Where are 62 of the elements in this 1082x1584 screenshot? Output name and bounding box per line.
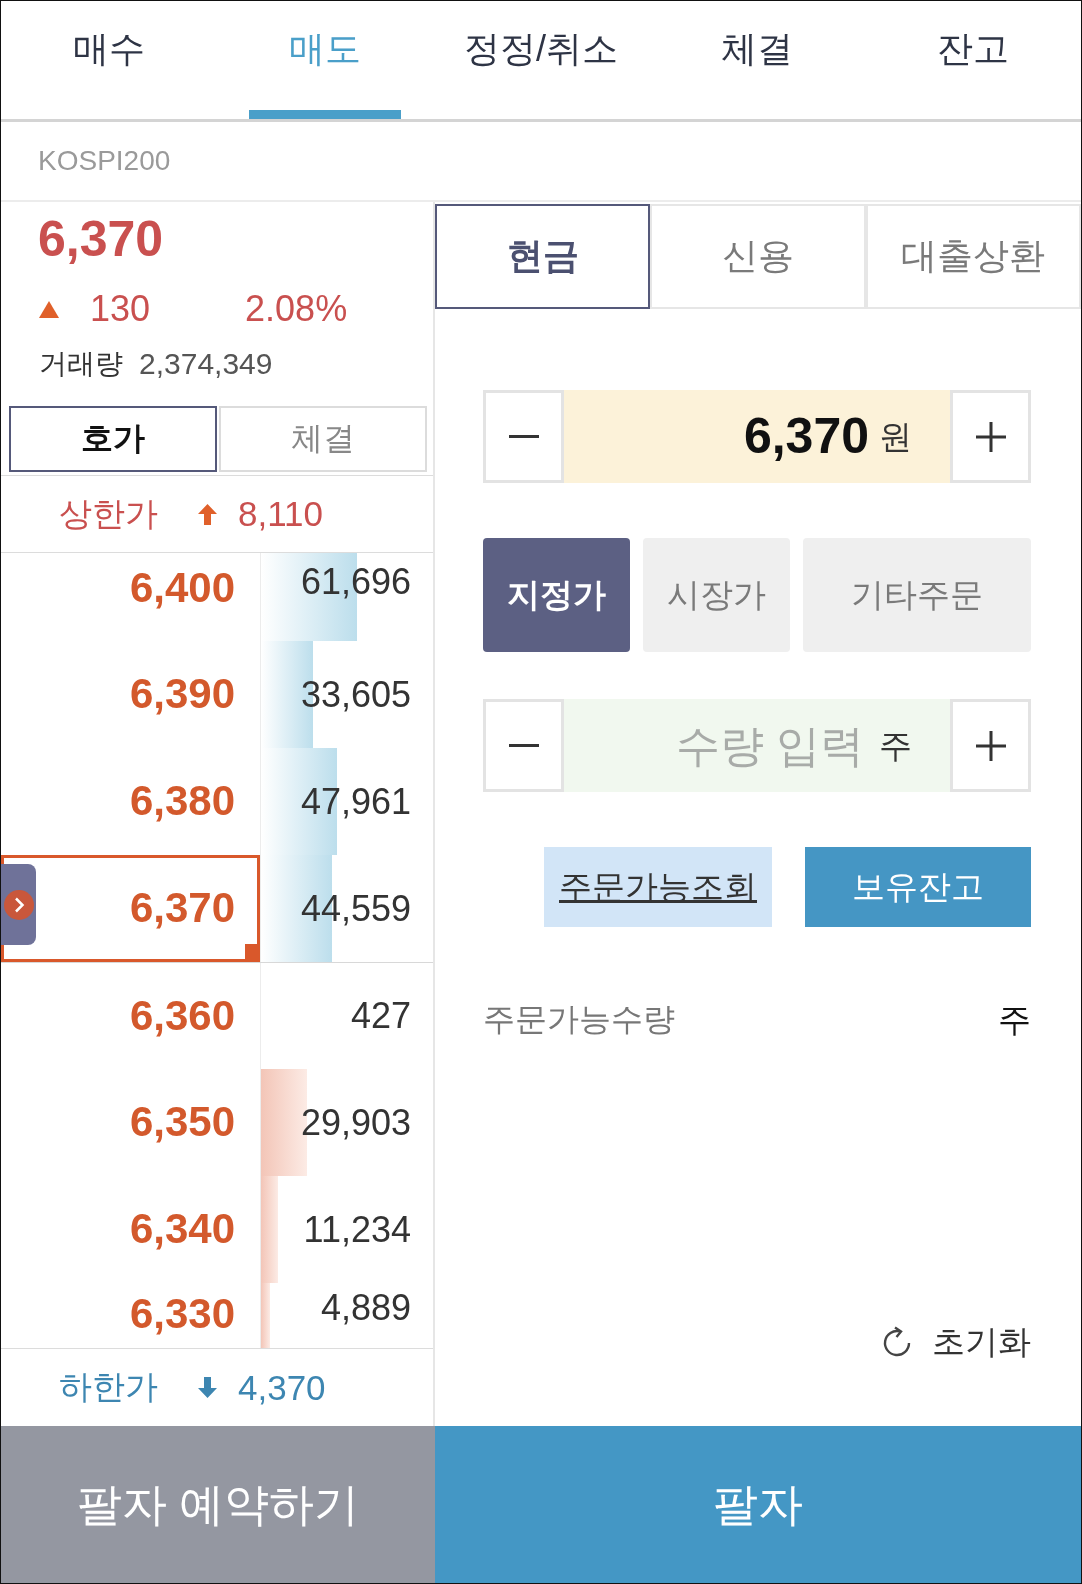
reset-button[interactable]: 초기화 xyxy=(880,1320,1031,1365)
limit-label: 상한가 xyxy=(59,493,158,534)
available-quantity-label: 주문가능수량 xyxy=(483,1000,675,1039)
tab[interactable]: 잔고 xyxy=(865,1,1081,119)
query-link[interactable]: 주문가능조회 xyxy=(544,847,772,927)
reserve-sell-button[interactable]: 팔자 예약하기 xyxy=(1,1426,435,1583)
order-quantity: 427 xyxy=(350,995,411,1037)
tab[interactable]: 정정/취소 xyxy=(433,1,649,119)
account-tab[interactable]: 신용 xyxy=(650,204,866,309)
corner-marker-icon xyxy=(245,944,257,959)
account-tab[interactable]: 대출상환 xyxy=(865,204,1081,309)
price-cell[interactable]: 6,330 xyxy=(1,1283,260,1348)
limit-price: 8,110 xyxy=(238,494,323,534)
minus-icon xyxy=(508,435,539,438)
holdings-button[interactable]: 보유잔고 xyxy=(805,847,1031,927)
limit-price: 4,370 xyxy=(238,1367,326,1408)
segment-tab[interactable]: 체결 xyxy=(219,406,427,472)
plus-icon xyxy=(975,421,1006,452)
increase-button[interactable] xyxy=(950,390,1031,483)
order-type-button[interactable]: 시장가 xyxy=(643,538,790,652)
price-field[interactable]: 6,370 원 xyxy=(564,390,950,483)
up-triangle-icon xyxy=(39,300,59,318)
current-price: 6,370 xyxy=(38,211,164,269)
drawer-handle[interactable] xyxy=(1,864,36,945)
price-change: 130 xyxy=(90,288,151,330)
order-quantity: 11,234 xyxy=(303,1208,411,1251)
tab[interactable]: 매수 xyxy=(1,1,217,119)
order-quantity: 29,903 xyxy=(300,1101,411,1144)
price-cell[interactable]: 6,350 xyxy=(1,1069,260,1176)
tab[interactable]: 체결 xyxy=(649,1,865,119)
increase-button[interactable] xyxy=(950,699,1031,792)
tab[interactable]: 매도 xyxy=(217,1,433,119)
unit-label: 주 xyxy=(998,999,1031,1040)
unit-label: 원 xyxy=(879,417,912,456)
order-type-button[interactable]: 기타주문 xyxy=(803,538,1031,652)
price-cell[interactable]: 6,390 xyxy=(1,641,260,748)
volume-value: 2,374,349 xyxy=(139,347,273,381)
plus-icon xyxy=(975,730,1006,761)
chevron-icon xyxy=(3,889,34,920)
segment-tab[interactable]: 호가 xyxy=(9,406,217,472)
change-rate: 2.08% xyxy=(245,288,348,330)
unit-label: 주 xyxy=(879,726,912,765)
minus-icon xyxy=(508,744,539,747)
sell-button[interactable]: 팔자 xyxy=(435,1426,1081,1583)
volume-label: 거래량 xyxy=(39,347,123,381)
order-quantity: 61,696 xyxy=(300,561,411,603)
order-quantity: 33,605 xyxy=(300,673,411,716)
price-cell[interactable]: 6,340 xyxy=(1,1176,260,1283)
order-type-button[interactable]: 지정가 xyxy=(483,538,630,652)
price-cell[interactable]: 6,380 xyxy=(1,748,260,855)
instrument-name: KOSPI200 xyxy=(38,145,171,177)
order-quantity: 4,889 xyxy=(320,1287,411,1329)
up-arrow-icon xyxy=(198,503,217,525)
account-tab[interactable]: 현금 xyxy=(435,204,651,309)
down-arrow-icon xyxy=(198,1377,217,1398)
price-cell[interactable]: 6,360 xyxy=(1,963,260,1069)
order-quantity: 47,961 xyxy=(300,780,411,823)
price-cell[interactable]: 6,370 xyxy=(1,855,260,962)
price-value: 6,370 xyxy=(743,407,869,466)
price-cell[interactable]: 6,400 xyxy=(1,553,260,641)
order-quantity: 44,559 xyxy=(300,887,411,930)
limit-label: 하한가 xyxy=(59,1367,158,1407)
